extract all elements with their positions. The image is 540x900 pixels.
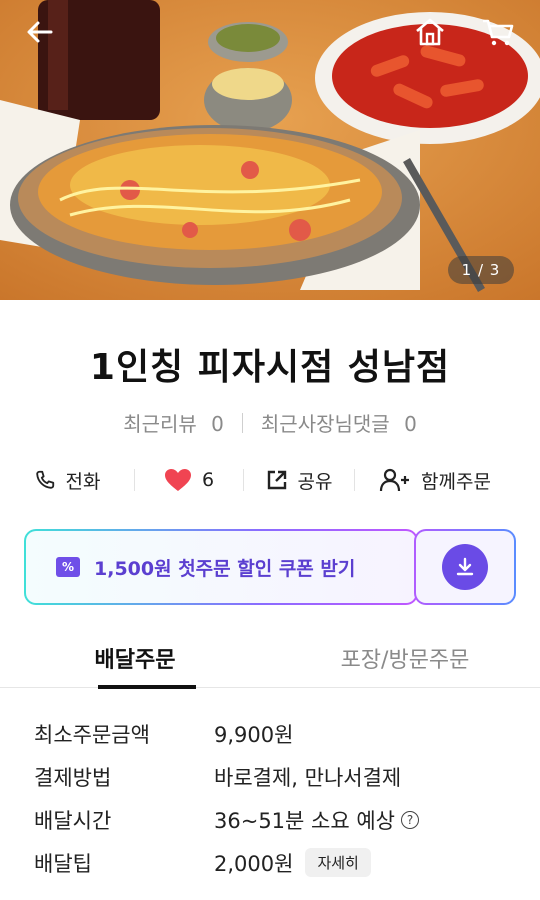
- min-order-value: 9,900원: [214, 722, 294, 747]
- delivery-tip-value: 2,000원: [214, 851, 294, 876]
- call-label: 전화: [65, 470, 101, 493]
- owner-reply-count: 0: [404, 412, 417, 436]
- coupon-banner: % 1,500원 첫주문 할인 쿠폰 받기: [24, 529, 516, 605]
- divider: [241, 412, 243, 433]
- payment-method-label: 결제방법: [34, 765, 112, 790]
- like-count: 6: [201, 469, 215, 491]
- tip-detail-button[interactable]: 자세히: [305, 848, 371, 877]
- share-label: 공유: [297, 470, 333, 493]
- payment-method-value: 바로결제, 만나서결제: [214, 765, 402, 790]
- heart-icon: [164, 469, 191, 491]
- food-photo: [0, 0, 540, 300]
- home-icon: [416, 18, 444, 46]
- delivery-time-value: 36~51분 소요 예상: [214, 808, 395, 833]
- help-icon[interactable]: ?: [401, 810, 419, 829]
- owner-reply-link[interactable]: 최근사장님댓글 0: [261, 408, 417, 437]
- share-icon: [267, 470, 286, 490]
- min-order-label: 최소주문금액: [34, 722, 150, 747]
- delivery-info: 최소주문금액 9,900원 결제방법 바로결제, 만나서결제 배달시간 36~5…: [34, 712, 514, 884]
- delivery-time-row: 배달시간 36~51분 소요 예상 ?: [34, 798, 514, 841]
- add-person-icon: [379, 468, 410, 492]
- arrow-left-icon: [27, 21, 53, 43]
- like-button[interactable]: 6: [135, 460, 243, 500]
- recent-review-count: 0: [211, 412, 224, 436]
- store-actions-bar: 전화 6 공유 함께주문: [0, 460, 540, 500]
- delivery-tip-row: 배달팁 2,000원 자세히: [34, 841, 514, 884]
- image-page-counter: 1 / 3: [448, 256, 514, 284]
- active-tab-indicator: [98, 685, 196, 689]
- owner-reply-label: 최근사장님댓글: [260, 412, 390, 436]
- download-icon: [456, 557, 474, 576]
- delivery-tip-label: 배달팁: [34, 851, 92, 876]
- delivery-time-label: 배달시간: [34, 808, 112, 833]
- coupon-button[interactable]: % 1,500원 첫주문 할인 쿠폰 받기: [24, 529, 418, 605]
- payment-method-row: 결제방법 바로결제, 만나서결제: [34, 755, 514, 798]
- back-button[interactable]: [20, 12, 60, 52]
- coupon-ticket-icon: %: [56, 557, 80, 577]
- order-type-tabs: 배달주문 포장/방문주문: [0, 634, 540, 689]
- home-button[interactable]: [410, 12, 450, 52]
- tab-pickup[interactable]: 포장/방문주문: [270, 634, 540, 688]
- review-summary: 최근리뷰 0 최근사장님댓글 0: [0, 408, 540, 437]
- coupon-label: 1,500원 첫주문 할인 쿠폰 받기: [94, 557, 356, 580]
- min-order-row: 최소주문금액 9,900원: [34, 712, 514, 755]
- recent-review-link[interactable]: 최근리뷰 0: [123, 408, 224, 437]
- store-name: 1인칭 피자시점 성남점: [89, 347, 451, 388]
- cart-icon: [483, 19, 514, 46]
- call-button[interactable]: 전화: [0, 460, 134, 500]
- coupon-download-button[interactable]: [414, 529, 516, 605]
- phone-icon: [35, 470, 54, 489]
- share-button[interactable]: 공유: [244, 460, 354, 500]
- store-photo-banner[interactable]: 1 / 3: [0, 0, 540, 300]
- group-order-button[interactable]: 함께주문: [355, 460, 515, 500]
- tab-pickup-label: 포장/방문주문: [340, 648, 470, 673]
- cart-button[interactable]: [478, 12, 518, 52]
- recent-review-label: 최근리뷰: [123, 412, 197, 436]
- tab-delivery-label: 배달주문: [94, 648, 176, 673]
- tab-delivery[interactable]: 배달주문: [0, 634, 270, 689]
- group-order-label: 함께주문: [421, 470, 491, 493]
